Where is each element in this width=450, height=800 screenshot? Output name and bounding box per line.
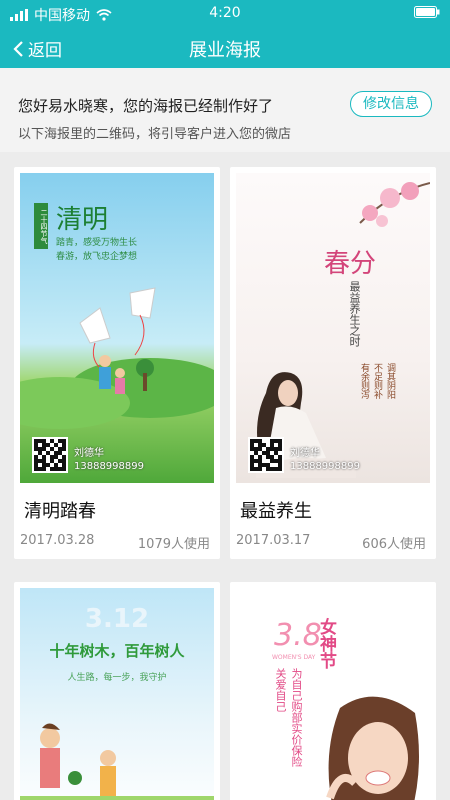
qr-code [32,437,68,473]
contact-phone: 13888998899 [290,461,360,472]
poster-line-2: 春游，放飞忠企梦想 [56,252,138,262]
poster-name: 清明踏春 [24,501,96,522]
poster-card[interactable]: 3.8 WOMEN'S DAY 女神节 关爱自己 为自己购部实价保险 [230,582,436,800]
poster-line-1: 最益养生之时 [348,281,361,347]
poster-subtitle: 人生路，每一步，我守护 [67,673,167,683]
poster-title: 十年树木，百年树人 [49,642,185,660]
poster-tag-box: 二十四节气 [34,203,48,249]
info-panel: 您好易水晓寒，您的海报已经制作好了 以下海报里的二维码，将引导客户进入您的微店 … [0,68,450,152]
poster-line-2: 调其阴阳 [385,363,395,399]
poster-line-3: 不足则补 [372,363,382,399]
edit-info-button[interactable]: 修改信息 [350,91,432,117]
blossom-illustration [359,182,430,227]
poster-contact: 刘德华 13888998899 [74,447,144,473]
poster-card[interactable]: 二十四节气 清明 踏青，感受万物生长 春游，放飞忠企梦想 刘德华 1388899… [14,167,220,559]
poster-image-womens-day: 3.8 WOMEN'S DAY 女神节 关爱自己 为自己购部实价保险 [236,588,430,800]
page-title: 展业海报 [189,40,261,61]
poster-usage: 1079人使用 [137,537,210,552]
clock: 4:20 [209,5,241,21]
poster-image-chunfen: 春分 最益养生之时 调其阴阳 不足则补 有余则泻 刘德华 13888998899 [236,173,430,483]
family-planting-illustration [20,723,214,800]
poster-line-1: 关爱自己 [274,668,287,712]
contact-name: 刘德华 [74,448,104,459]
poster-contact: 刘德华 13888998899 [290,447,360,473]
status-bar: 中国移动 4:20 [0,0,450,28]
qr-code [248,437,284,473]
poster-card[interactable]: 春分 最益养生之时 调其阴阳 不足则补 有余则泻 刘德华 13888998899… [230,167,436,559]
poster-usage: 606人使用 [362,537,426,552]
battery-icon [414,6,440,18]
contact-name: 刘德华 [290,448,320,459]
poster-image-arbor-day: 3.12 十年树木，百年树人 人生路，每一步，我守护 [20,588,214,800]
poster-date: 2017.03.28 [20,533,95,548]
poster-line-2: 为自己购部实价保险 [290,668,303,767]
woman-portrait-illustration [326,696,419,800]
contact-phone: 13888998899 [74,461,144,472]
poster-line-1: 踏青，感受万物生长 [56,238,138,248]
poster-image-qingming: 二十四节气 清明 踏青，感受万物生长 春游，放飞忠企梦想 刘德华 1388899… [20,173,214,483]
greeting-text: 您好易水晓寒，您的海报已经制作好了 [18,97,274,115]
poster-title: 女神节 [316,618,336,669]
poster-top-sub: WOMEN'S DAY [272,654,316,661]
poster-title: 清明 [56,205,109,235]
poster-card[interactable]: 3.12 十年树木，百年树人 人生路，每一步，我守护 [14,582,220,800]
poster-name: 最益养生 [240,501,312,522]
poster-top-number: 3.12 [84,604,150,634]
poster-date: 2017.03.17 [236,533,311,548]
poster-title: 春分 [324,249,377,279]
nav-bar: 返回 展业海报 [0,28,450,68]
hint-text: 以下海报里的二维码，将引导客户进入您的微店 [18,127,292,142]
